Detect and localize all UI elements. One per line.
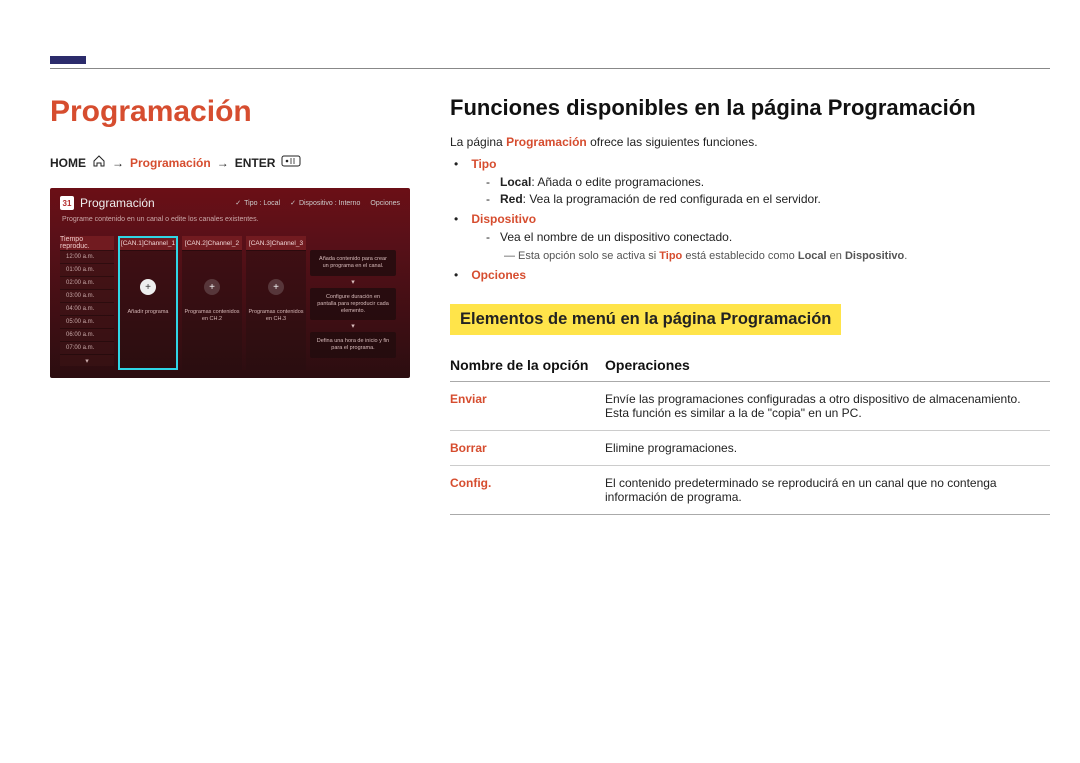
breadcrumb-page: Programación (130, 156, 211, 170)
shot-channel-body: + Añadir programa (118, 250, 178, 370)
sub-item: Local: Añada o edite programaciones. (486, 175, 1050, 189)
breadcrumb-arrow: → (217, 156, 229, 170)
shot-channel-1[interactable]: [CAN.1]Channel_1 + Añadir programa (118, 236, 178, 370)
option-desc: Envíe las programaciones configuradas a … (605, 382, 1050, 431)
bullet-opciones: Opciones (468, 268, 1050, 282)
bullet-dispositivo: Dispositivo Vea el nombre de un disposit… (468, 212, 1050, 262)
subsection-heading: Elementos de menú en la página Programac… (450, 304, 841, 335)
calendar-icon: 31 (60, 196, 74, 210)
shot-channel-body: + Programas contenidos en CH.2 (182, 250, 242, 370)
shot-header-right: ✓ Tipo : Local ✓ Dispositivo : Interno O… (235, 199, 400, 207)
bullet-list: Tipo Local: Añada o edite programaciones… (468, 157, 1050, 282)
bullet-label: Opciones (471, 268, 526, 282)
shot-time-cell: 12:00 a.m. (60, 250, 114, 263)
sub-item: Vea el nombre de un dispositivo conectad… (486, 230, 1050, 244)
plus-icon[interactable]: + (268, 279, 284, 295)
shot-time-cell: 03:00 a.m. (60, 289, 114, 302)
shot-tips-column: Añada contenido para crear un programa e… (310, 236, 396, 370)
left-column: Programación HOME → Programación → ENTER… (50, 95, 410, 515)
shot-time-cell: 07:00 a.m. (60, 341, 114, 354)
page-content: Programación HOME → Programación → ENTER… (50, 95, 1050, 515)
table-row: Borrar Elimine programaciones. (450, 431, 1050, 466)
table-header-name: Nombre de la opción (450, 351, 605, 382)
shot-title-group: 31 Programación (60, 196, 155, 210)
shot-channel-caption: Añadir programa (128, 309, 169, 316)
shot-time-cell: 05:00 a.m. (60, 315, 114, 328)
header-accent-bar (50, 56, 86, 64)
breadcrumb-enter: ENTER (235, 156, 276, 170)
shot-opciones-button[interactable]: Opciones (370, 200, 400, 207)
shot-channel-header: [CAN.3]Channel_3 (246, 236, 306, 250)
option-name: Borrar (450, 431, 605, 466)
page-title: Programación (50, 95, 410, 129)
right-column: Funciones disponibles en la página Progr… (450, 95, 1050, 515)
bullet-label: Tipo (471, 157, 496, 171)
shot-time-cell: 02:00 a.m. (60, 276, 114, 289)
shot-time-cell: 04:00 a.m. (60, 302, 114, 315)
header-divider (50, 68, 1050, 69)
intro-paragraph: La página Programación ofrece las siguie… (450, 135, 1050, 149)
shot-tip: Añada contenido para crear un programa e… (310, 250, 396, 276)
option-desc: Elimine programaciones. (605, 431, 1050, 466)
table-row: Config. El contenido predeterminado se r… (450, 466, 1050, 515)
option-name: Enviar (450, 382, 605, 431)
breadcrumb-home: HOME (50, 156, 86, 170)
note-text: Esta opción solo se activa si Tipo está … (504, 250, 1050, 262)
shot-title: Programación (80, 196, 155, 210)
plus-icon[interactable]: + (204, 279, 220, 295)
shot-channel-caption: Programas contenidos en CH.3 (246, 309, 306, 322)
chevron-down-icon: ▾ (310, 322, 396, 330)
chevron-down-icon[interactable]: ▾ (60, 354, 114, 366)
shot-dispositivo-dropdown[interactable]: ✓ Dispositivo : Interno (290, 199, 360, 207)
functions-heading: Funciones disponibles en la página Progr… (450, 95, 1050, 121)
shot-time-header: Tiempo reproduc. (60, 236, 114, 250)
shot-tipo-dropdown[interactable]: ✓ Tipo : Local (235, 199, 280, 207)
shot-channel-header: [CAN.2]Channel_2 (182, 236, 242, 250)
sub-list: Vea el nombre de un dispositivo conectad… (486, 230, 1050, 244)
sub-list: Local: Añada o edite programaciones. Red… (486, 175, 1050, 206)
bullet-label: Dispositivo (471, 212, 536, 226)
breadcrumb-arrow: → (112, 156, 124, 170)
shot-channel-body: + Programas contenidos en CH.3 (246, 250, 306, 370)
sub-item: Red: Vea la programación de red configur… (486, 192, 1050, 206)
plus-icon[interactable]: + (140, 279, 156, 295)
shot-body: Tiempo reproduc. 12:00 a.m. 01:00 a.m. 0… (60, 236, 400, 370)
option-name: Config. (450, 466, 605, 515)
home-icon (92, 155, 106, 170)
shot-time-cell: 01:00 a.m. (60, 263, 114, 276)
shot-time-column: Tiempo reproduc. 12:00 a.m. 01:00 a.m. 0… (60, 236, 114, 370)
shot-channel-3[interactable]: [CAN.3]Channel_3 + Programas contenidos … (246, 236, 306, 370)
option-desc: El contenido predeterminado se reproduci… (605, 466, 1050, 515)
bullet-tipo: Tipo Local: Añada o edite programaciones… (468, 157, 1050, 206)
shot-tip: Configure duración en pantalla para repr… (310, 288, 396, 321)
shot-channel-caption: Programas contenidos en CH.2 (182, 309, 242, 322)
shot-header: 31 Programación ✓ Tipo : Local ✓ Disposi… (60, 196, 400, 210)
table-row: Enviar Envíe las programaciones configur… (450, 382, 1050, 431)
enter-icon (281, 155, 301, 170)
table-header-ops: Operaciones (605, 351, 1050, 382)
chevron-down-icon: ▾ (310, 278, 396, 286)
shot-time-cell: 06:00 a.m. (60, 328, 114, 341)
options-table: Nombre de la opción Operaciones Enviar E… (450, 351, 1050, 515)
breadcrumb: HOME → Programación → ENTER (50, 155, 410, 170)
shot-channel-header: [CAN.1]Channel_1 (118, 236, 178, 250)
shot-subtitle: Programe contenido en un canal o edite l… (62, 216, 259, 223)
shot-tip: Defina una hora de inicio y fin para el … (310, 332, 396, 358)
ui-screenshot-thumbnail: 31 Programación ✓ Tipo : Local ✓ Disposi… (50, 188, 410, 378)
shot-channel-2[interactable]: [CAN.2]Channel_2 + Programas contenidos … (182, 236, 242, 370)
